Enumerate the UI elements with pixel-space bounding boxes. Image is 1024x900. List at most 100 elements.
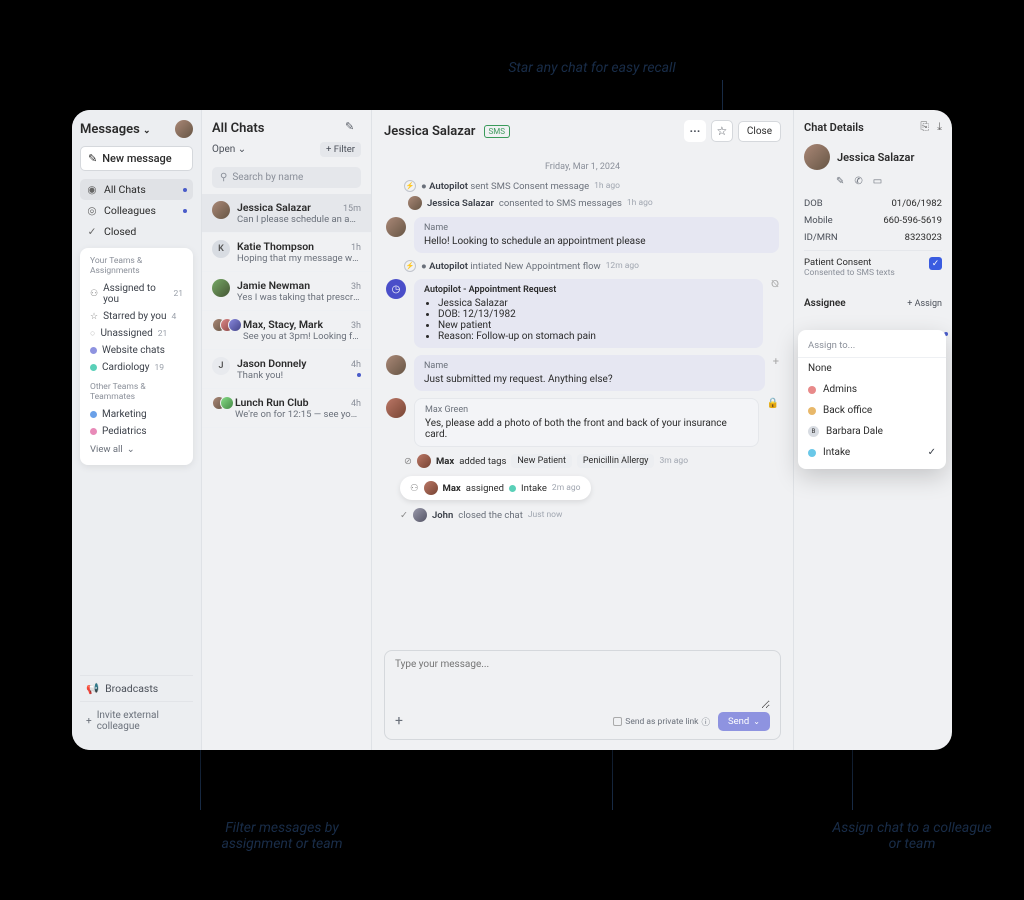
camera-icon[interactable]: ⎘ (920, 120, 929, 134)
chat-item[interactable]: J Jason Donnely4hThank you! (202, 350, 371, 389)
assign-dropdown: Assign to... None Admins Back office BBa… (798, 330, 946, 469)
chat-item[interactable]: Max, Stacy, Mark3hSee you at 3pm! Lookin… (202, 311, 371, 350)
avatar-icon (408, 196, 422, 210)
chevron-down-icon: ⌄ (753, 717, 760, 726)
nav-broadcasts[interactable]: 📢 Broadcasts (80, 675, 193, 701)
lock-icon: 🔒 (767, 398, 779, 447)
compose-icon: ✎ (88, 152, 97, 165)
assign-option[interactable]: Back office (798, 400, 946, 421)
phone-icon[interactable]: ✆ (854, 176, 862, 187)
assign-search[interactable]: Assign to... (798, 336, 946, 358)
chat-item[interactable]: Jamie Newman3hYes I was taking that pres… (202, 272, 371, 311)
plus-icon: + (86, 716, 92, 727)
add-assignee-button[interactable]: + Assign (907, 299, 942, 309)
conversation-panel: Jessica Salazar SMS ··· ☆ Close Friday, … (372, 110, 794, 750)
send-button[interactable]: Send⌄ (718, 712, 770, 731)
assign-option[interactable]: BBarbara Dale (798, 421, 946, 442)
download-icon[interactable]: ⤓ (937, 120, 942, 134)
event-log: ⚡● Autopilot intiated New Appointment fl… (404, 260, 779, 272)
chat-avatar-group (212, 318, 236, 342)
assign-option-none[interactable]: None (798, 358, 946, 379)
check-icon: ✓ (928, 447, 936, 458)
message: ◷ Autopilot - Appointment RequestJessica… (386, 279, 779, 348)
team-pediatrics[interactable]: Pediatrics (84, 423, 189, 440)
chat-avatar: J (212, 357, 230, 375)
message: NameJust submitted my request. Anything … (386, 355, 779, 391)
search-input[interactable]: ⚲ Search by name (212, 167, 361, 188)
more-button[interactable]: ··· (684, 120, 706, 142)
event-assign-pill: ⚇ Maxassigned Intake 2m ago (400, 476, 591, 500)
chevron-down-icon: ⌄ (127, 444, 135, 455)
chat-list-title: All Chats (212, 121, 264, 136)
star-icon: ☆ (717, 124, 728, 138)
open-filter[interactable]: Open ⌄ (212, 144, 246, 155)
add-icon[interactable]: + (773, 355, 779, 391)
star-icon: ☆ (90, 312, 98, 322)
user-avatar[interactable] (175, 120, 193, 138)
message-avatar (386, 398, 406, 418)
invite-colleague[interactable]: + Invite external colleague (80, 701, 193, 740)
annotation-assign: Assign chat to a colleague or team (832, 820, 992, 852)
video-icon[interactable]: ▭ (873, 176, 882, 187)
message-avatar (386, 355, 406, 375)
chat-item[interactable]: Jessica Salazar15mCan I please schedule … (202, 194, 371, 233)
avatar-icon (417, 454, 431, 468)
search-icon: ⚲ (220, 172, 227, 183)
info-mrn: ID/MRN8323023 (804, 229, 942, 246)
sidebar: Messages ⌄ ✎ New message ◉ All Chats ◎ C… (72, 110, 202, 750)
chat-avatar: K (212, 240, 230, 258)
teams-panel: Your Teams & Assignments ⚇Assigned to yo… (80, 248, 193, 465)
compose-icon[interactable]: ✎ (345, 120, 361, 136)
assignee-header: Assignee + Assign (804, 298, 942, 309)
hide-icon[interactable]: ⦰ (771, 279, 779, 348)
message-list[interactable]: Friday, Mar 1, 2024 ⚡● Autopilot sent SM… (372, 152, 793, 642)
filter-button[interactable]: + Filter (320, 142, 361, 157)
consent-checkbox[interactable]: ✓ (929, 257, 942, 270)
tag-icon: ⊘ (404, 456, 412, 467)
close-button[interactable]: Close (738, 121, 781, 142)
team-marketing[interactable]: Marketing (84, 406, 189, 423)
message-input[interactable] (395, 659, 770, 709)
annotation-filter: Filter messages by assignment or team (192, 820, 372, 852)
event-log: ✓Johnclosed the chatJust now (400, 508, 779, 522)
view-all-button[interactable]: View all⌄ (84, 440, 189, 459)
message: NameHello! Looking to schedule an appoin… (386, 217, 779, 253)
filter-assigned[interactable]: ⚇Assigned to you21 (84, 280, 189, 308)
nav-colleagues[interactable]: ◎ Colleagues (80, 200, 193, 221)
autopilot-icon: ⚡ (404, 260, 416, 272)
patient-header: Jessica Salazar (804, 144, 942, 170)
chat-list: All Chats ✎ Open ⌄ + Filter ⚲ Search by … (202, 110, 372, 750)
circle-icon: ○ (90, 328, 95, 339)
chat-item[interactable]: Lunch Run Club4hWe're on for 12:15 — see… (202, 389, 371, 428)
avatar-icon (424, 481, 438, 495)
event-log: Jessica Salazarconsented to SMS messages… (408, 196, 779, 210)
nav-all-chats[interactable]: ◉ All Chats (80, 179, 193, 200)
team-website-chats[interactable]: Website chats (84, 342, 189, 359)
details-title: Chat Details (804, 121, 912, 134)
sidebar-title[interactable]: Messages ⌄ (80, 122, 151, 137)
chat-avatar (212, 201, 230, 219)
date-separator: Friday, Mar 1, 2024 (386, 162, 779, 172)
edit-icon[interactable]: ✎ (836, 176, 844, 187)
message-avatar (386, 217, 406, 237)
app-window: Messages ⌄ ✎ New message ◉ All Chats ◎ C… (72, 110, 952, 750)
chat-item[interactable]: K Katie Thompson1hHoping that my message… (202, 233, 371, 272)
patient-avatar (804, 144, 830, 170)
annotation-star: Star any chat for easy recall (472, 60, 712, 76)
assign-option[interactable]: Intake✓ (798, 442, 946, 463)
people-icon: ◎ (86, 205, 98, 217)
new-message-button[interactable]: ✎ New message (80, 146, 193, 171)
star-button[interactable]: ☆ (711, 120, 733, 142)
filter-unassigned[interactable]: ○Unassigned21 (84, 325, 189, 342)
chat-details: Chat Details ⎘ ⤓ Jessica Salazar ✎ ✆ ▭ D… (794, 110, 952, 750)
consent-row: Patient ConsentConsented to SMS texts ✓ (804, 250, 942, 284)
private-link-toggle[interactable]: Send as private linkⓘ (613, 716, 710, 728)
info-dob: DOB01/06/1982 (804, 195, 942, 212)
info-icon: ⓘ (701, 716, 710, 728)
nav-closed[interactable]: ✓ Closed (80, 221, 193, 242)
team-cardiology[interactable]: Cardiology19 (84, 359, 189, 376)
filter-starred[interactable]: ☆Starred by you4 (84, 308, 189, 325)
check-icon: ✓ (86, 226, 98, 238)
attach-button[interactable]: + (395, 713, 413, 731)
assign-option[interactable]: Admins (798, 379, 946, 400)
